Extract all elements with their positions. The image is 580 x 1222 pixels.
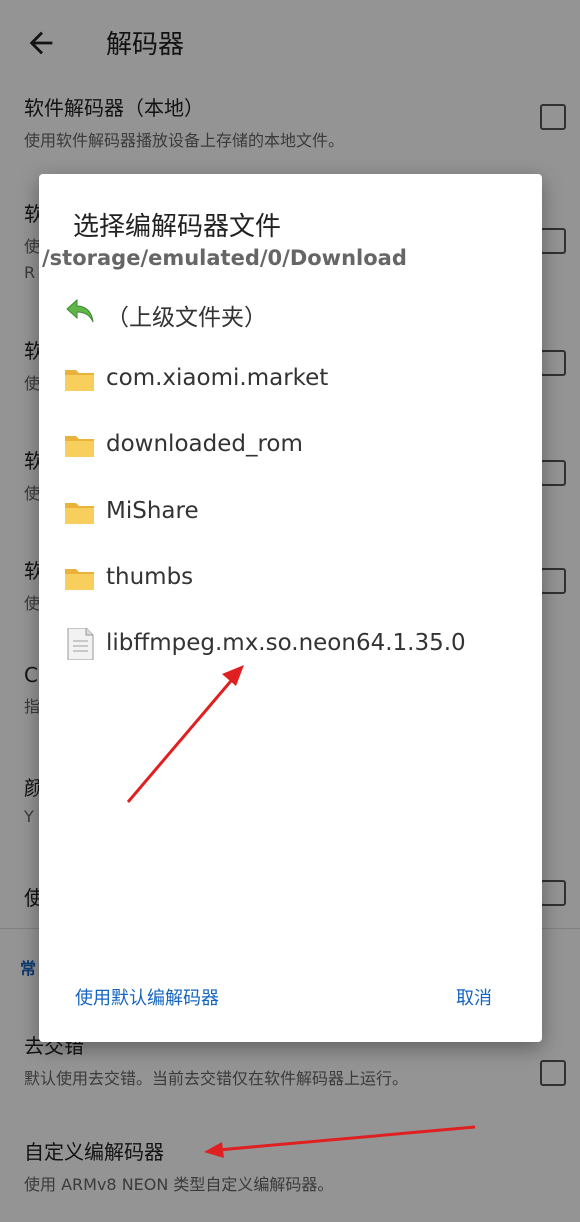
list-item-parent-folder[interactable]: （上级文件夹） — [63, 288, 533, 336]
list-item-label: MiShare — [106, 498, 199, 524]
list-item-file[interactable]: libffmpeg.mx.so.neon64.1.35.0 — [63, 620, 533, 668]
list-item-folder[interactable]: MiShare — [63, 488, 533, 536]
list-item-folder[interactable]: com.xiaomi.market — [63, 355, 533, 403]
list-item-folder[interactable]: downloaded_rom — [63, 421, 533, 469]
folder-icon — [65, 569, 94, 590]
cancel-button[interactable]: 取消 — [456, 984, 492, 1010]
folder-icon — [65, 503, 94, 524]
parent-folder-icon — [66, 298, 94, 323]
file-chooser-dialog: 选择编解码器文件 /storage/emulated/0/Download （上… — [39, 174, 542, 1042]
list-item-label: libffmpeg.mx.so.neon64.1.35.0 — [106, 630, 466, 656]
list-item-label: downloaded_rom — [106, 431, 303, 457]
list-item-label: com.xiaomi.market — [106, 365, 329, 391]
list-item-label: （上级文件夹） — [106, 305, 267, 331]
dialog-title: 选择编解码器文件 — [73, 212, 282, 242]
file-icon — [67, 628, 94, 660]
folder-icon — [65, 370, 94, 391]
folder-icon — [65, 436, 94, 457]
list-item-label: thumbs — [106, 564, 194, 590]
list-item-folder[interactable]: thumbs — [63, 554, 533, 602]
use-default-codec-button[interactable]: 使用默认编解码器 — [75, 984, 219, 1010]
current-path: /storage/emulated/0/Download — [42, 246, 407, 270]
